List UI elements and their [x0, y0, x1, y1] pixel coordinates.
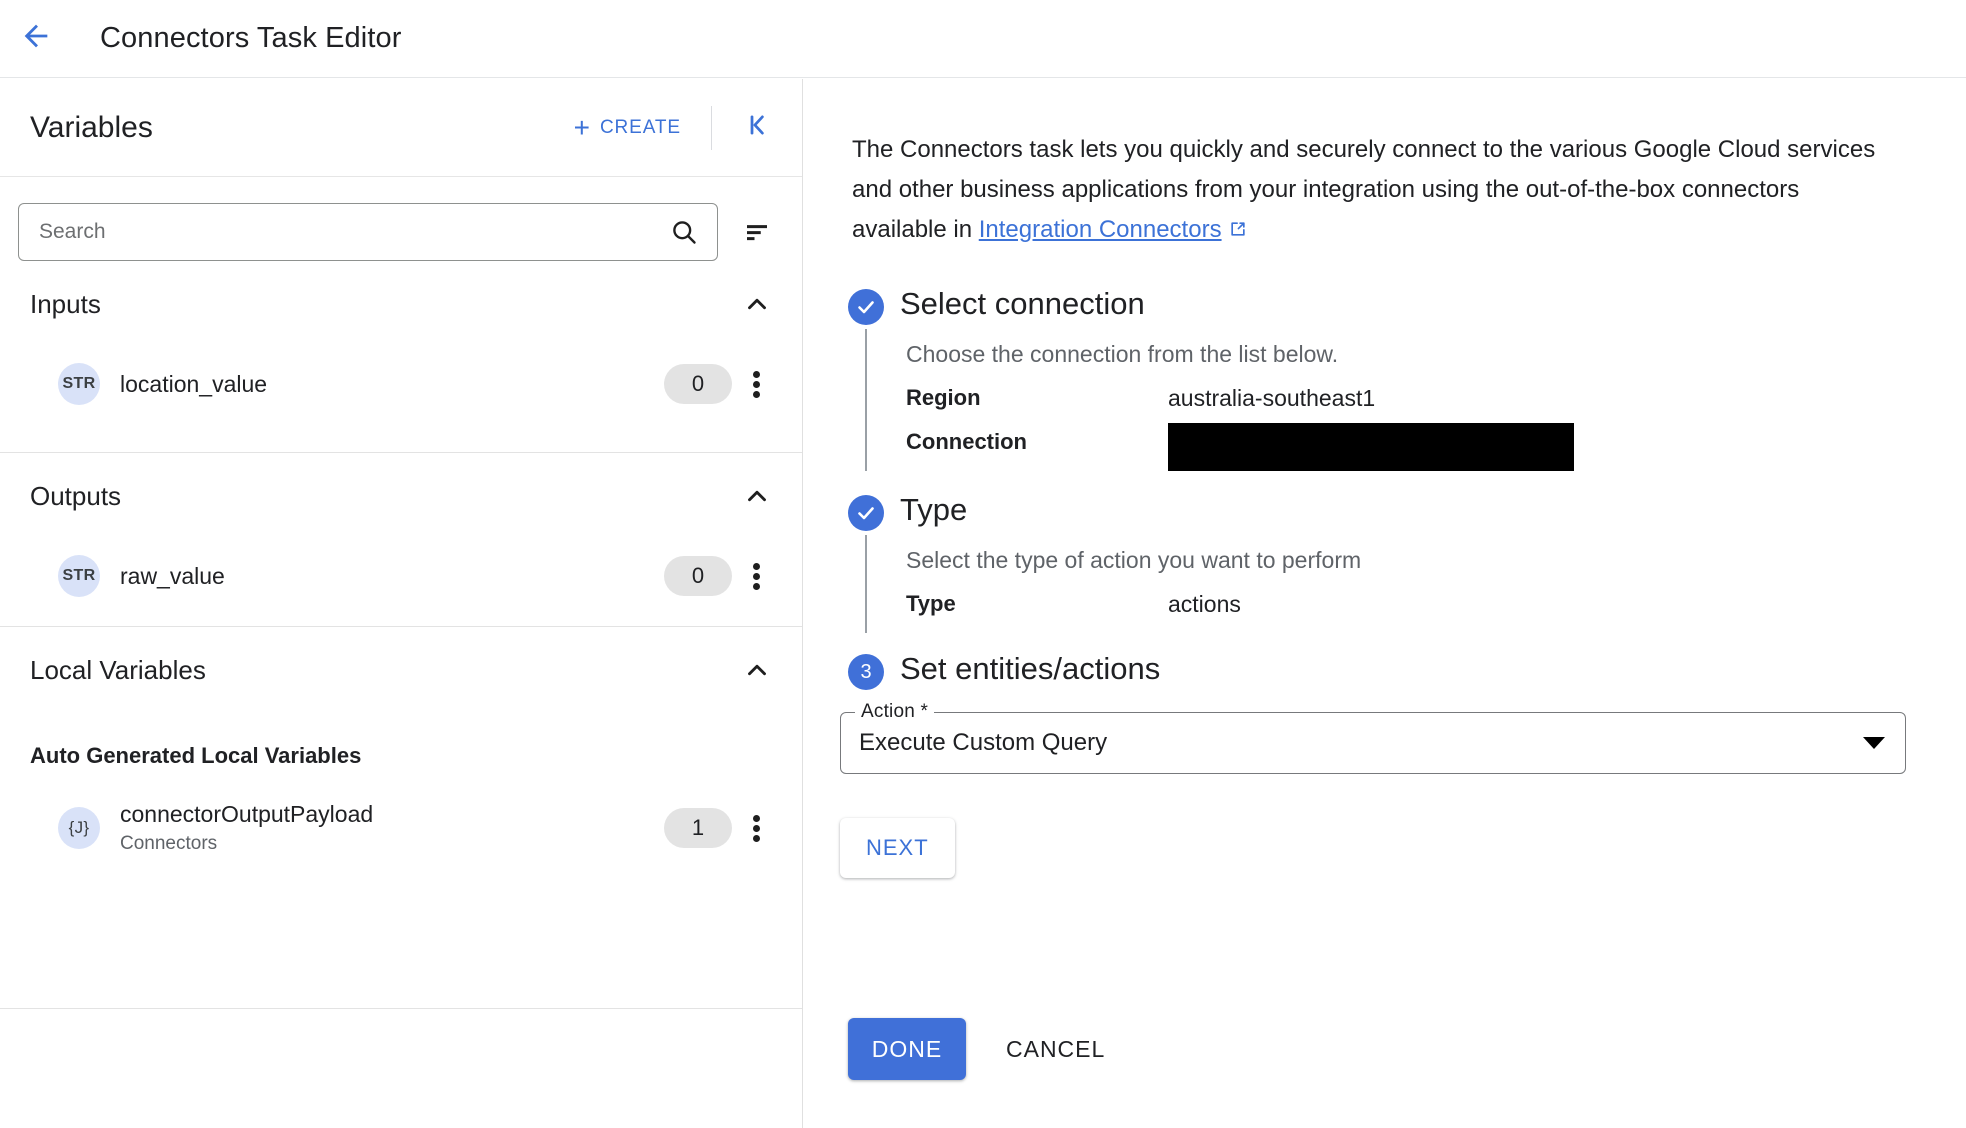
check-icon [848, 289, 884, 325]
table-row[interactable]: STR raw_value 0 [0, 539, 802, 613]
auto-generated-subsection-title: Auto Generated Local Variables [30, 743, 362, 768]
cancel-button[interactable]: CANCEL [980, 1018, 1131, 1080]
chevron-up-icon[interactable] [742, 289, 772, 319]
more-vert-icon[interactable] [732, 812, 780, 845]
step-connector-rail [865, 329, 867, 471]
integration-connectors-link[interactable]: Integration Connectors [979, 216, 1248, 243]
section-header-local-variables[interactable]: Local Variables [0, 627, 802, 713]
step-list: Select connection Choose the connection … [804, 285, 1966, 878]
field-label: Type [906, 591, 956, 616]
done-button[interactable]: DONE [848, 1018, 966, 1080]
action-select-value: Execute Custom Query [859, 729, 1108, 756]
variable-name: raw_value [120, 562, 225, 589]
step-title: Set entities/actions [900, 651, 1161, 686]
variable-subtitle: Connectors [120, 832, 218, 854]
section-title: Inputs [30, 288, 101, 319]
search-row [0, 177, 802, 261]
step-subtitle: Choose the connection from the list belo… [906, 341, 1339, 367]
step-number-badge: 3 [848, 654, 884, 690]
variable-count-badge: 0 [664, 364, 732, 404]
step-subtitle: Select the type of action you want to pe… [906, 547, 1362, 573]
field-label: Region [906, 385, 981, 410]
variable-name: connectorOutputPayload [120, 800, 374, 827]
open-in-new-icon [1228, 218, 1248, 245]
section-title: Local Variables [30, 654, 206, 685]
variable-text: connectorOutputPayload Connectors [120, 800, 664, 856]
header-divider [711, 105, 712, 150]
field-type: Type actions [906, 591, 1966, 618]
chevron-up-icon[interactable] [742, 655, 772, 685]
section-inputs: Inputs STR location_value 0 [0, 261, 802, 453]
dialog-footer: DONE CANCEL [848, 1018, 1131, 1080]
create-button-label: CREATE [599, 116, 681, 138]
variable-type-badge: STR [58, 555, 100, 597]
variable-name: location_value [120, 370, 268, 397]
more-vert-icon[interactable] [732, 368, 780, 401]
search-icon[interactable] [669, 217, 699, 247]
table-row[interactable]: STR location_value 0 [0, 347, 802, 421]
variable-count-badge: 0 [664, 556, 732, 596]
section-outputs: Outputs STR raw_value 0 [0, 453, 802, 627]
search-box[interactable] [18, 203, 718, 261]
field-region: Region australia-southeast1 [906, 385, 1966, 412]
section-local-variables: Local Variables Auto Generated Local Var… [0, 627, 802, 1009]
task-description: The Connectors task lets you quickly and… [852, 130, 1886, 252]
sort-filter-list-icon[interactable] [742, 217, 772, 247]
variables-panel: Variables + CREATE Search Inputs STR loc… [0, 79, 803, 1128]
variable-text: raw_value [120, 562, 664, 591]
create-variable-button[interactable]: + CREATE [564, 109, 691, 147]
field-value: australia-southeast1 [1168, 385, 1376, 411]
connector-config-panel: The Connectors task lets you quickly and… [804, 79, 1966, 1128]
table-row[interactable]: {J} connectorOutputPayload Connectors 1 [0, 791, 802, 865]
next-button[interactable]: NEXT [840, 818, 955, 878]
check-icon [848, 495, 884, 531]
more-vert-icon[interactable] [732, 560, 780, 593]
integration-connectors-link-label: Integration Connectors [978, 216, 1222, 243]
redacted-value-block [1168, 423, 1574, 471]
variable-text: location_value [120, 370, 664, 399]
action-select[interactable]: Action * Execute Custom Query [840, 701, 1906, 774]
step-title: Select connection [900, 286, 1145, 321]
step-type: Type Select the type of action you want … [804, 491, 1966, 633]
variable-count-badge: 1 [664, 808, 732, 848]
variables-heading: Variables [30, 110, 153, 144]
app-bar: Connectors Task Editor [0, 0, 1966, 78]
action-select-label: Action * [855, 701, 935, 723]
page-title: Connectors Task Editor [100, 22, 402, 54]
chevron-up-icon[interactable] [742, 481, 772, 511]
arrow-back-icon [19, 19, 53, 58]
section-header-outputs[interactable]: Outputs [0, 453, 802, 539]
plus-icon: + [573, 111, 591, 143]
step-title: Type [900, 492, 968, 527]
search-input[interactable] [19, 220, 669, 244]
section-header-inputs[interactable]: Inputs [0, 261, 802, 347]
variables-panel-header: Variables + CREATE [0, 79, 802, 177]
field-label: Connection [906, 429, 1027, 454]
action-field-wrapper: Action * Execute Custom Query [840, 701, 1906, 774]
collapse-panel-button[interactable] [736, 106, 780, 150]
dropdown-caret-icon[interactable] [1863, 737, 1885, 749]
step-connector-rail [865, 535, 867, 633]
variable-type-badge: STR [58, 363, 100, 405]
collapse-panel-left-icon [743, 110, 773, 145]
next-button-wrapper: NEXT [840, 818, 1966, 878]
variable-type-badge: {J} [58, 807, 100, 849]
field-value: actions [1168, 591, 1241, 617]
step-set-entities-actions: 3 Set entities/actions Action * Execute … [804, 650, 1966, 878]
back-button[interactable] [8, 11, 64, 67]
step-select-connection: Select connection Choose the connection … [804, 285, 1966, 471]
section-title: Outputs [30, 480, 122, 511]
field-connection: Connection [906, 423, 1966, 471]
